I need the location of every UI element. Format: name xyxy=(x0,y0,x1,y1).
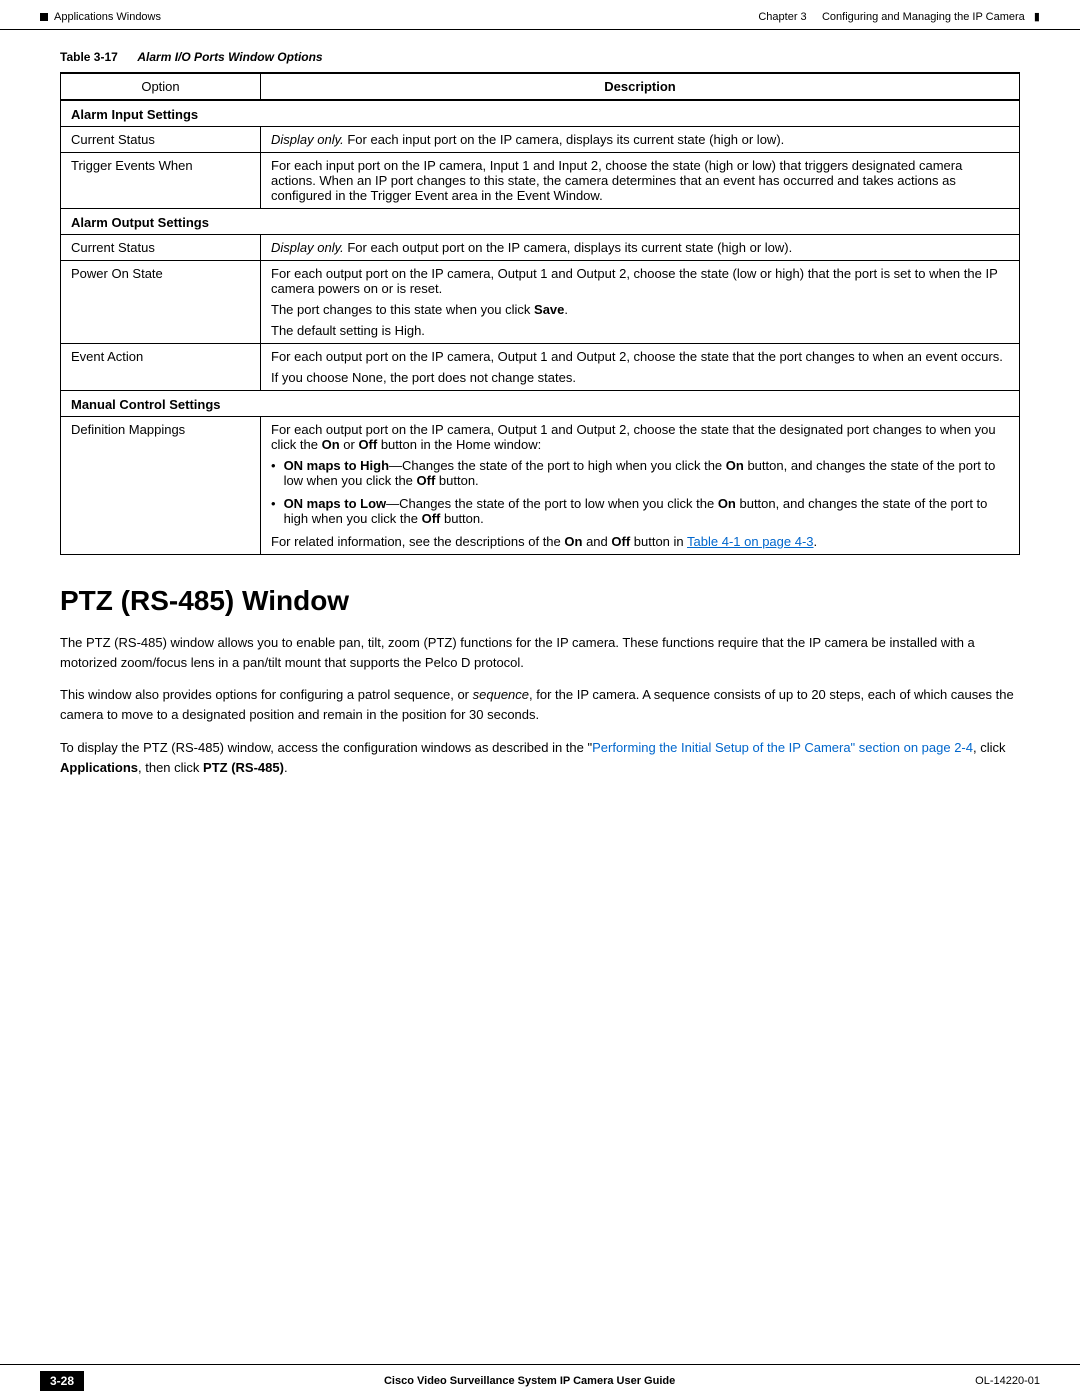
desc-definition-mappings: For each output port on the IP camera, O… xyxy=(261,417,1020,555)
desc-power-on-state: For each output port on the IP camera, O… xyxy=(261,261,1020,344)
option-definition-mappings: Definition Mappings xyxy=(61,417,261,555)
option-trigger-events: Trigger Events When xyxy=(61,153,261,209)
section-alarm-input-label: Alarm Input Settings xyxy=(61,100,1020,127)
ptz-body: The PTZ (RS-485) window allows you to en… xyxy=(60,633,1020,778)
header-right: Chapter 3 Configuring and Managing the I… xyxy=(758,10,1040,23)
table-row: Definition Mappings For each output port… xyxy=(61,417,1020,555)
option-current-status-input: Current Status xyxy=(61,127,261,153)
chapter-label: Chapter 3 xyxy=(758,11,806,23)
page-number: 3-28 xyxy=(40,1371,84,1391)
footer-doc-num: OL-14220-01 xyxy=(975,1375,1040,1387)
table-caption: Table 3-17 Alarm I/O Ports Window Option… xyxy=(60,50,1020,64)
table-row: Trigger Events When For each input port … xyxy=(61,153,1020,209)
list-item: ON maps to High—Changes the state of the… xyxy=(271,458,1009,488)
option-current-status-output: Current Status xyxy=(61,235,261,261)
bullet-icon xyxy=(40,13,48,21)
option-power-on-state: Power On State xyxy=(61,261,261,344)
main-content: Table 3-17 Alarm I/O Ports Window Option… xyxy=(0,30,1080,810)
list-item-text: ON maps to Low—Changes the state of the … xyxy=(284,496,1009,526)
ptz-para3: To display the PTZ (RS-485) window, acce… xyxy=(60,738,1020,778)
page-footer: 3-28 Cisco Video Surveillance System IP … xyxy=(0,1364,1080,1397)
col-header-option: Option xyxy=(61,73,261,100)
ptz-para2: This window also provides options for co… xyxy=(60,685,1020,725)
option-event-action: Event Action xyxy=(61,344,261,391)
desc-trigger-events: For each input port on the IP camera, In… xyxy=(261,153,1020,209)
list-item-text: ON maps to High—Changes the state of the… xyxy=(284,458,1009,488)
section-label: Applications Windows xyxy=(54,11,161,23)
table-link[interactable]: Table 4-1 on page 4-3 xyxy=(687,534,813,549)
ptz-title: PTZ (RS-485) Window xyxy=(60,585,1020,617)
table-row: Power On State For each output port on t… xyxy=(61,261,1020,344)
page-header: Applications Windows Chapter 3 Configuri… xyxy=(0,0,1080,30)
desc-event-action: For each output port on the IP camera, O… xyxy=(261,344,1020,391)
section-alarm-output: Alarm Output Settings xyxy=(61,209,1020,235)
bullet-list: ON maps to High—Changes the state of the… xyxy=(271,458,1009,526)
col-header-description: Description xyxy=(261,73,1020,100)
table-row: Current Status Display only. For each ou… xyxy=(61,235,1020,261)
desc-current-status-input: Display only. For each input port on the… xyxy=(261,127,1020,153)
chapter-title: Configuring and Managing the IP Camera xyxy=(822,11,1025,23)
section-manual-control-label: Manual Control Settings xyxy=(61,391,1020,417)
table-number: Table 3-17 xyxy=(60,50,118,64)
section-alarm-input: Alarm Input Settings xyxy=(61,100,1020,127)
desc-italic: Display only. xyxy=(271,132,344,147)
table-row: Event Action For each output port on the… xyxy=(61,344,1020,391)
list-item: ON maps to Low—Changes the state of the … xyxy=(271,496,1009,526)
desc-current-status-output: Display only. For each output port on th… xyxy=(261,235,1020,261)
ptz-para1: The PTZ (RS-485) window allows you to en… xyxy=(60,633,1020,673)
section-manual-control: Manual Control Settings xyxy=(61,391,1020,417)
ptz-section: PTZ (RS-485) Window The PTZ (RS-485) win… xyxy=(60,585,1020,778)
table-header-row: Option Description xyxy=(61,73,1020,100)
header-left: Applications Windows xyxy=(40,11,161,23)
section-alarm-output-label: Alarm Output Settings xyxy=(61,209,1020,235)
footer-doc-title: Cisco Video Surveillance System IP Camer… xyxy=(384,1375,675,1387)
table-row: Current Status Display only. For each in… xyxy=(61,127,1020,153)
ptz-link[interactable]: Performing the Initial Setup of the IP C… xyxy=(592,740,973,755)
desc-italic: Display only. xyxy=(271,240,344,255)
options-table: Option Description Alarm Input Settings … xyxy=(60,72,1020,555)
table-caption-text: Alarm I/O Ports Window Options xyxy=(137,50,322,64)
